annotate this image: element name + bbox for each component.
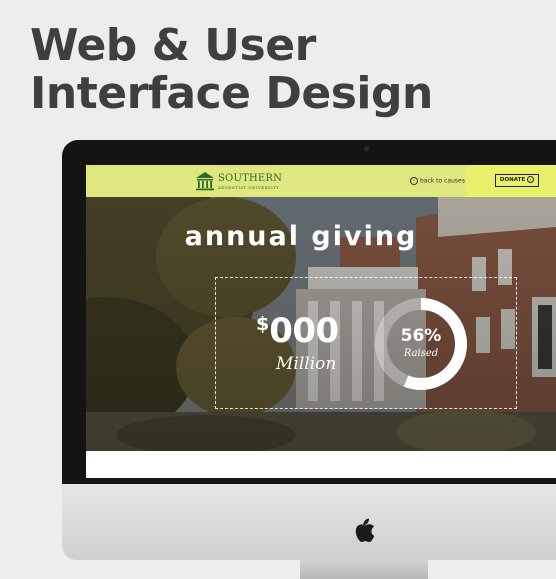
imac-stand [300,560,428,579]
university-logo-icon [196,172,214,191]
donate-arrow-icon: › [527,176,535,183]
amount-raised: $000 [256,311,339,351]
amount-unit: Million [276,354,337,374]
giving-stats-box: $000 Million 56% Raised [215,277,517,409]
back-arrow-icon: ‹ [410,177,418,185]
website-screen: SOUTHERN ADVENTIST UNIVERSITY ‹ back to c… [86,165,556,478]
content-area [86,451,556,478]
donate-label: DONATE [499,177,526,183]
logo-subtitle: ADVENTIST UNIVERSITY [218,185,280,190]
headline-line-2: Interface Design [30,68,433,119]
amount-value: 000 [269,311,339,351]
headline: Web & User Interface Design [30,22,433,118]
progress-label: Raised [403,348,439,359]
headline-line-1: Web & User [30,20,316,71]
hero-title: annual giving [184,221,418,252]
logo-name: SOUTHERN [218,173,283,184]
progress-value: 56% [400,326,442,346]
apple-logo-icon [355,518,375,542]
currency-symbol: $ [256,313,270,335]
hero-banner: annual giving $000 Million 56% Raised [86,197,556,451]
imac-chin [62,484,556,560]
camera-dot [364,146,369,151]
back-link-label: back to causes [420,177,465,185]
back-to-causes-link[interactable]: ‹ back to causes [410,177,465,185]
donate-button[interactable]: DONATE › [495,174,539,187]
